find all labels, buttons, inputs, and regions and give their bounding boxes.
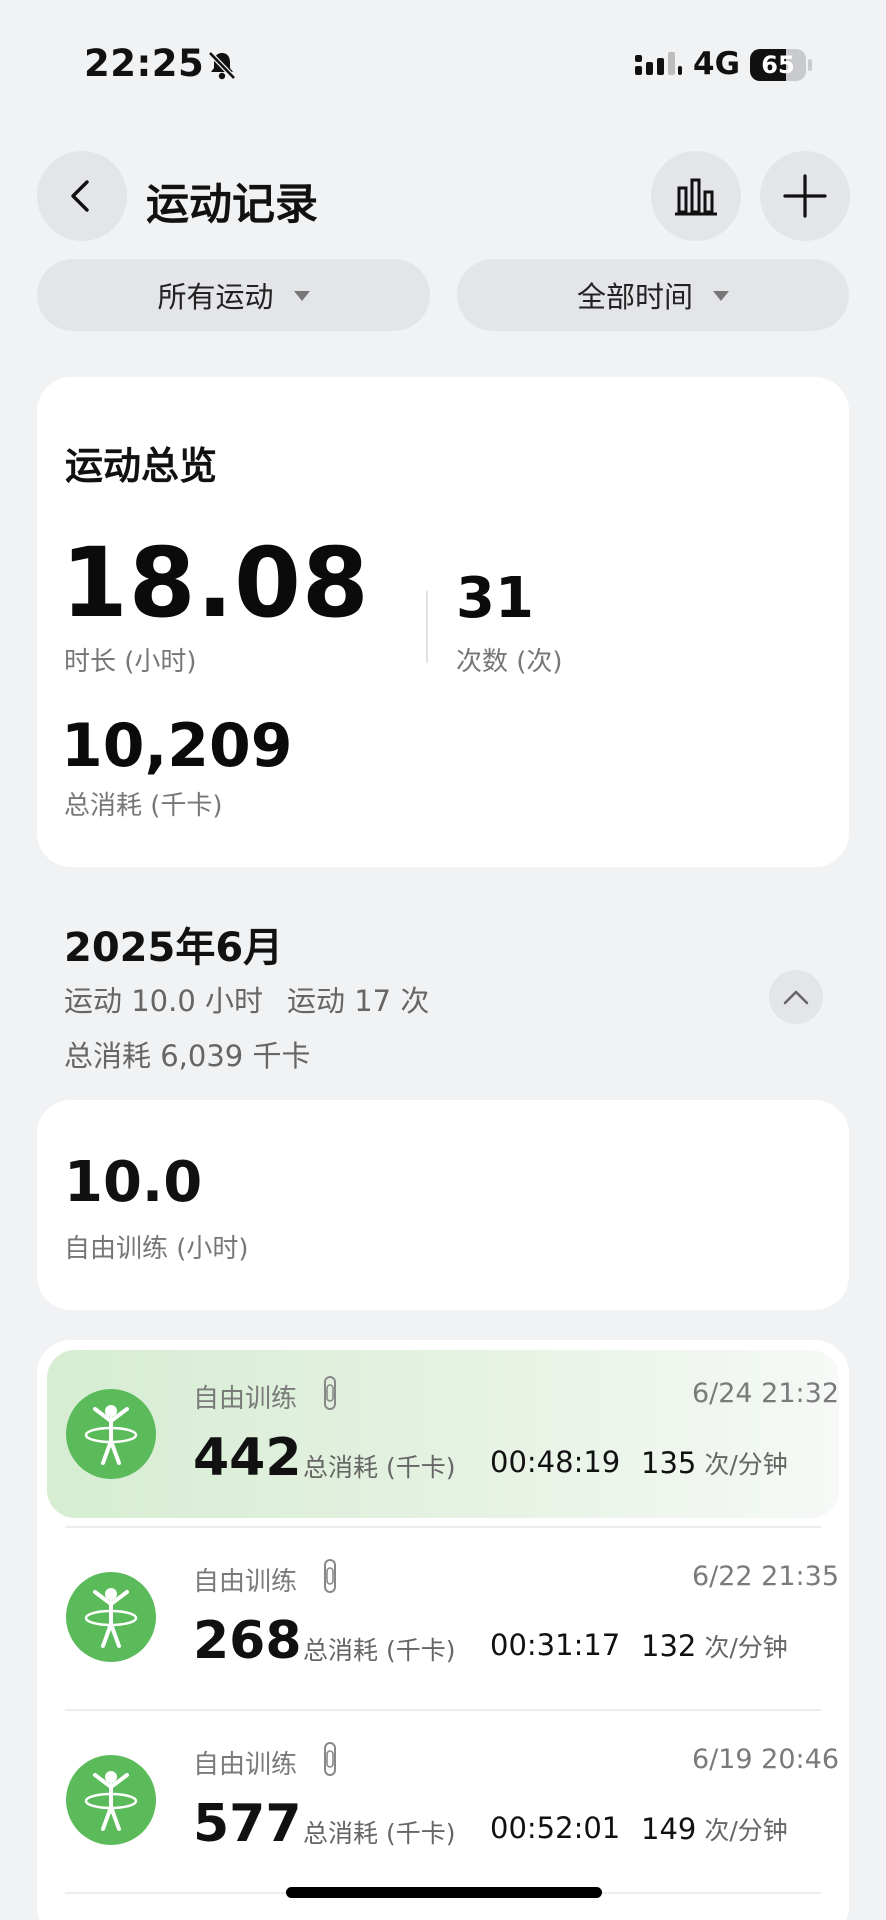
add-record-button[interactable] xyxy=(760,151,850,241)
record-rate: 149 次/分钟 xyxy=(641,1811,788,1847)
status-bar: 22:25 4G 65 xyxy=(0,0,886,130)
record-row[interactable]: 自由训练 6/22 21:35 268 总消耗 (千卡) 00:31:17 132 次/分钟 xyxy=(47,1533,839,1701)
chevron-up-icon xyxy=(783,990,809,1005)
month-stats: 运动 10.0 小时 运动 17 次 xyxy=(64,978,453,1020)
watch-icon xyxy=(322,1376,338,1410)
month-hours: 运动 10.0 小时 xyxy=(64,984,264,1018)
record-kcal-label: 总消耗 (千卡) xyxy=(303,1819,456,1848)
record-rate-unit: 次/分钟 xyxy=(704,1816,788,1845)
record-row[interactable]: 自由训练 6/24 21:32 442 总消耗 (千卡) 00:48:19 135 次/分钟 xyxy=(47,1350,839,1518)
month-title: 2025年6月 xyxy=(64,925,284,971)
battery-indicator: 65 xyxy=(750,49,812,81)
record-date: 6/19 20:46 xyxy=(691,1744,839,1775)
record-date: 6/24 21:32 xyxy=(691,1378,839,1409)
record-duration: 00:52:01 xyxy=(490,1811,621,1845)
total-duration-value: 18.08 xyxy=(61,527,370,639)
statistics-button[interactable] xyxy=(651,151,741,241)
caret-down-icon xyxy=(293,291,310,301)
status-time: 22:25 xyxy=(84,42,205,85)
cellular-signal-icon xyxy=(635,52,682,75)
time-filter-label: 全部时间 xyxy=(576,280,693,314)
record-rate-value: 132 xyxy=(641,1629,697,1663)
bar-chart-icon xyxy=(675,178,717,216)
hula-hoop-person-icon xyxy=(66,1572,156,1662)
watch-icon xyxy=(322,1559,338,1593)
total-kcal-label: 总消耗 (千卡) xyxy=(64,791,223,821)
divider xyxy=(426,591,428,663)
category-hours-label: 自由训练 (小时) xyxy=(64,1234,249,1264)
total-count-value: 31 xyxy=(456,566,534,631)
record-kcal: 577 xyxy=(193,1794,302,1854)
network-type: 4G xyxy=(693,46,741,82)
total-count-label: 次数 (次) xyxy=(456,647,563,677)
record-row[interactable]: 自由训练 6/19 20:46 577 总消耗 (千卡) 00:52:01 149 次/分钟 xyxy=(47,1716,839,1884)
month-kcal: 总消耗 6,039 千卡 xyxy=(64,1039,311,1073)
total-kcal-value: 10,209 xyxy=(61,711,293,781)
record-rate-unit: 次/分钟 xyxy=(704,1450,788,1479)
record-date: 6/22 21:35 xyxy=(691,1561,839,1592)
divider xyxy=(65,1709,821,1711)
record-type: 自由训练 xyxy=(193,1384,298,1414)
overview-card: 运动总览 18.08 时长 (小时) 31 次数 (次) 10,209 总消耗 … xyxy=(37,377,849,867)
record-duration: 00:48:19 xyxy=(490,1445,621,1479)
record-rate-value: 135 xyxy=(641,1446,697,1480)
record-type: 自由训练 xyxy=(193,1567,298,1597)
record-kcal: 268 xyxy=(193,1611,302,1671)
record-kcal-label: 总消耗 (千卡) xyxy=(303,1636,456,1665)
record-kcal: 442 xyxy=(193,1428,302,1488)
overview-title: 运动总览 xyxy=(65,444,218,488)
total-duration-label: 时长 (小时) xyxy=(64,647,197,677)
sport-filter-dropdown[interactable]: 所有运动 xyxy=(37,259,430,331)
plus-icon xyxy=(783,174,827,218)
divider xyxy=(65,1526,821,1528)
records-list: 自由训练 6/24 21:32 442 总消耗 (千卡) 00:48:19 135 次/分钟… xyxy=(37,1340,849,1920)
category-hours-value: 10.0 xyxy=(64,1150,203,1215)
category-summary-card[interactable]: 10.0 自由训练 (小时) xyxy=(37,1100,849,1310)
record-rate: 135 次/分钟 xyxy=(641,1445,788,1481)
page-title: 运动记录 xyxy=(146,180,318,230)
watch-icon xyxy=(322,1742,338,1776)
back-button[interactable] xyxy=(37,151,127,241)
record-rate-value: 149 xyxy=(641,1812,697,1846)
back-arrow-icon xyxy=(71,180,89,212)
home-indicator xyxy=(286,1887,602,1898)
battery-percent: 65 xyxy=(761,51,795,79)
record-type: 自由训练 xyxy=(193,1750,298,1780)
record-rate-unit: 次/分钟 xyxy=(704,1633,788,1662)
bell-slash-icon xyxy=(208,51,236,80)
record-duration: 00:31:17 xyxy=(490,1628,621,1662)
record-rate: 132 次/分钟 xyxy=(641,1628,788,1664)
time-filter-dropdown[interactable]: 全部时间 xyxy=(457,259,849,331)
sport-filter-label: 所有运动 xyxy=(157,280,274,314)
collapse-month-button[interactable] xyxy=(769,970,823,1024)
month-count: 运动 17 次 xyxy=(287,984,430,1018)
hula-hoop-person-icon xyxy=(66,1755,156,1845)
record-kcal-label: 总消耗 (千卡) xyxy=(303,1453,456,1482)
caret-down-icon xyxy=(713,291,729,301)
hula-hoop-person-icon xyxy=(66,1389,156,1479)
